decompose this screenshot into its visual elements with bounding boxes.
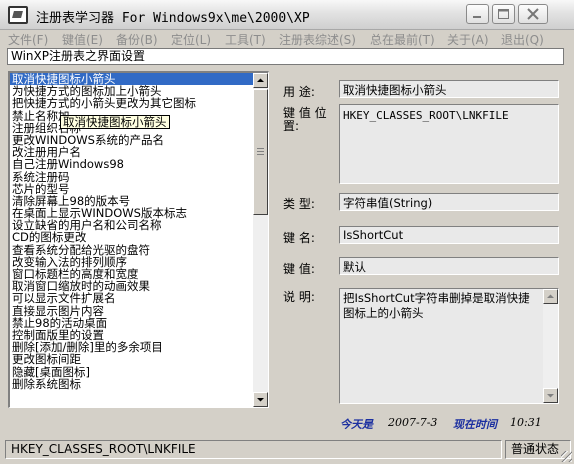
- menu-tools[interactable]: 工具(T): [225, 31, 266, 48]
- menu-bar: 文件(F) 键值(E) 备份(B) 定位(L) 工具(T) 注册表综述(S) 总…: [0, 30, 574, 48]
- value-label: 键 值:: [283, 262, 315, 276]
- list-item[interactable]: CD的图标更改: [10, 231, 253, 243]
- app-icon[interactable]: [8, 6, 28, 24]
- window-title: 注册表学习器 For Windows9x\me\2000\XP: [36, 11, 310, 26]
- list-item[interactable]: 更改WINDOWS系统的产品名: [10, 134, 253, 146]
- list-item[interactable]: 更改图标间距: [10, 353, 253, 365]
- grip-line: [257, 151, 264, 152]
- grip-line: [257, 148, 264, 149]
- key-location-value: HKEY_CLASSES_ROOT\LNKFILE: [343, 109, 509, 122]
- main-window: 注册表学习器 For Windows9x\me\2000\XP 文件(F) 键值…: [0, 0, 574, 464]
- status-bar: HKEY_CLASSES_ROOT\LNKFILE 普通状态: [0, 437, 574, 464]
- arrow-down-icon: [257, 398, 264, 402]
- list-item[interactable]: 可以显示文件扩展名: [10, 292, 253, 304]
- list-scrollbar[interactable]: [253, 73, 268, 407]
- menu-keyvalue[interactable]: 键值(E): [62, 31, 103, 48]
- resize-grip-icon[interactable]: [561, 451, 572, 462]
- description-label: 说 明:: [283, 290, 315, 304]
- maximize-icon: [498, 9, 509, 19]
- arrow-up-icon: [257, 78, 264, 82]
- list-item[interactable]: 芯片的型号: [10, 183, 253, 195]
- arrow-up-icon: [547, 294, 554, 298]
- purpose-label: 用 途:: [283, 85, 315, 99]
- list-item[interactable]: 把快捷方式的小箭头更改为其它图标: [10, 97, 253, 109]
- arrow-down-icon: [547, 394, 554, 398]
- now-label: 现在时间: [453, 418, 497, 431]
- list-item[interactable]: 取消窗口缩放时的动画效果: [10, 280, 253, 292]
- name-value: IsShortCut: [343, 228, 404, 242]
- list-item[interactable]: 改变输入法的排列顺序: [10, 256, 253, 268]
- name-label: 键 名:: [283, 231, 315, 245]
- list-item[interactable]: 改注册用户名: [10, 146, 253, 158]
- type-field: 字符串值(String): [339, 193, 559, 211]
- desc-scroll-down-button[interactable]: [543, 388, 558, 403]
- status-path: HKEY_CLASSES_ROOT\LNKFILE: [5, 440, 502, 459]
- maximize-button[interactable]: [492, 4, 515, 24]
- type-value: 字符串值(String): [343, 196, 433, 210]
- menu-ontop[interactable]: 总在最前(T): [370, 31, 435, 48]
- list-item[interactable]: 删除系统图标: [10, 378, 253, 390]
- menu-file[interactable]: 文件(F): [8, 31, 48, 48]
- minimize-button[interactable]: [466, 4, 489, 24]
- list-item[interactable]: 系统注册码: [10, 171, 253, 183]
- time-value: 10:31: [510, 416, 542, 429]
- date-value: 2007-7-3: [388, 416, 438, 429]
- value-field: 默认: [339, 257, 559, 275]
- menu-about[interactable]: 关于(A): [447, 31, 489, 48]
- list-item[interactable]: 控制面版里的设置: [10, 329, 253, 341]
- list-item[interactable]: 为快捷方式的图标加上小箭头: [10, 85, 253, 97]
- close-button[interactable]: [518, 4, 548, 24]
- list-item[interactable]: 自己注册Windows98: [10, 158, 253, 170]
- list-item[interactable]: 设立缺省的用户名和公司名称: [10, 219, 253, 231]
- menu-backup[interactable]: 备份(B): [116, 31, 158, 48]
- list-item[interactable]: 窗口标题栏的高度和宽度: [10, 268, 253, 280]
- data-value: 默认: [343, 260, 366, 274]
- item-tooltip: 取消快捷图标小箭头: [60, 115, 170, 129]
- description-scrollbar[interactable]: [543, 289, 558, 403]
- list-item[interactable]: 在桌面上显示WINDOWS版本标志: [10, 207, 253, 219]
- category-field[interactable]: WinXP注册表之界面设置: [7, 48, 564, 65]
- minimize-icon: [473, 16, 481, 18]
- purpose-value: 取消快捷图标小箭头: [343, 83, 447, 97]
- scroll-up-button[interactable]: [253, 73, 268, 88]
- description-value: 把IsShortCut字符串删掉是取消快捷图标上的小箭头: [343, 291, 530, 320]
- scroll-thumb[interactable]: [253, 89, 268, 215]
- grip-line: [257, 154, 264, 155]
- desc-scroll-up-button[interactable]: [543, 289, 558, 304]
- description-field[interactable]: 把IsShortCut字符串删掉是取消快捷图标上的小箭头: [339, 288, 559, 404]
- key-location-label-2: 置:: [283, 119, 300, 133]
- list-item[interactable]: 禁止98的活动桌面: [10, 317, 253, 329]
- title-bar[interactable]: 注册表学习器 For Windows9x\me\2000\XP: [0, 0, 574, 30]
- today-label: 今天是: [340, 418, 373, 431]
- list-item[interactable]: 清除屏幕上98的版本号: [10, 195, 253, 207]
- name-field: IsShortCut: [339, 226, 559, 244]
- key-location-field: HKEY_CLASSES_ROOT\LNKFILE: [339, 104, 559, 184]
- list-item[interactable]: 隐藏[桌面图标]: [10, 366, 253, 378]
- purpose-field: 取消快捷图标小箭头: [339, 80, 559, 98]
- list-item[interactable]: 查看系统分配给光驱的盘符: [10, 244, 253, 256]
- list-item[interactable]: 取消快捷图标小箭头: [10, 73, 253, 86]
- menu-locate[interactable]: 定位(L): [171, 31, 211, 48]
- list-item[interactable]: 删除[添加/删除]里的多余项目: [10, 341, 253, 353]
- close-icon: [527, 8, 539, 20]
- menu-overview[interactable]: 注册表综述(S): [279, 31, 356, 48]
- scroll-down-button[interactable]: [253, 392, 268, 407]
- list-item[interactable]: 直接显示图片内容: [10, 305, 253, 317]
- type-label: 类 型:: [283, 197, 315, 211]
- menu-exit[interactable]: 退出(Q): [501, 31, 544, 48]
